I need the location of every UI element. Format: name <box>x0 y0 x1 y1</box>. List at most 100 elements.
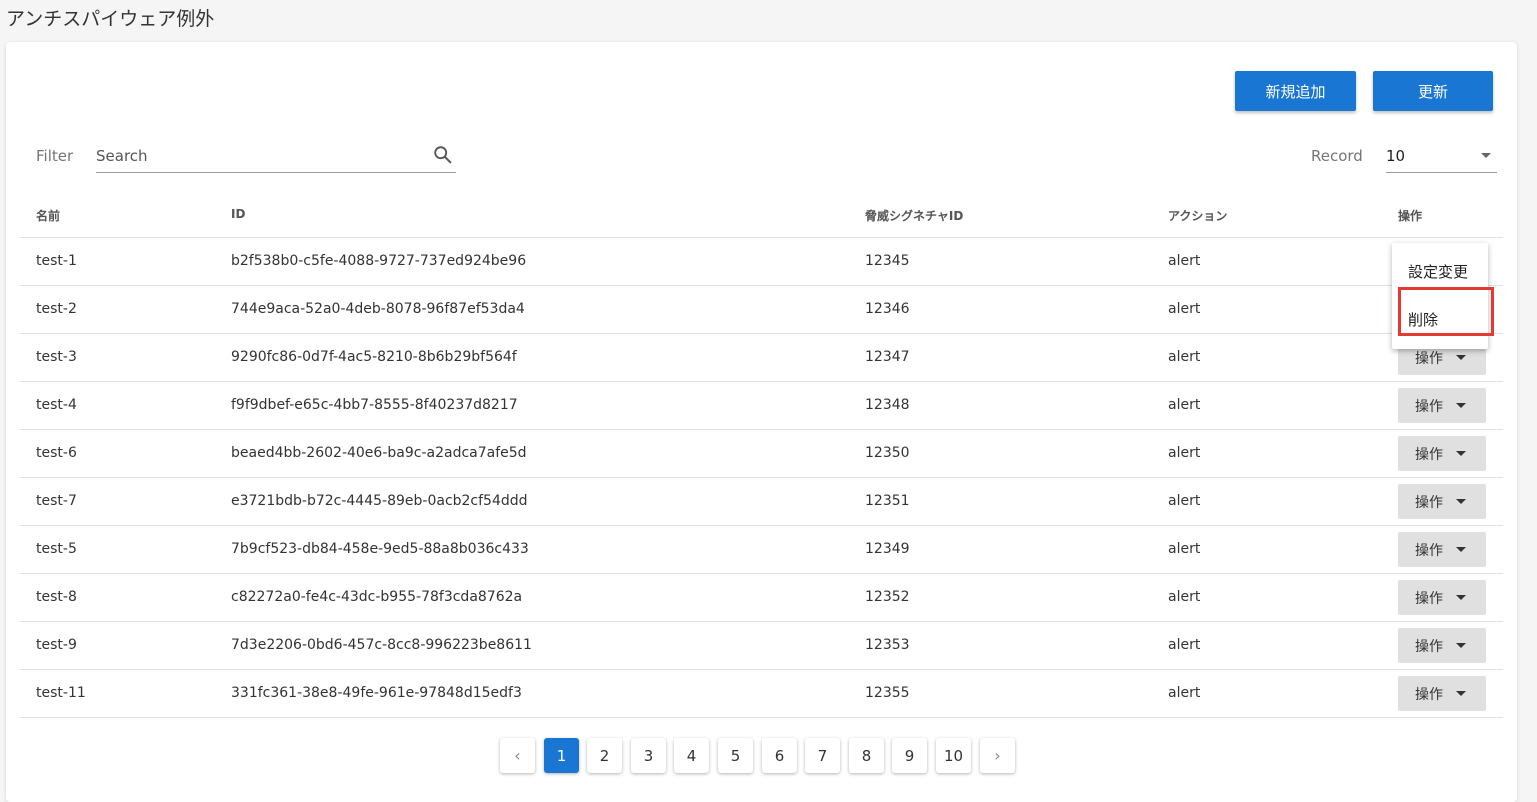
page-button[interactable]: 5 <box>718 738 753 773</box>
cell-id: 331fc361-38e8-49fe-961e-97848d15edf3 <box>231 685 522 701</box>
table-row: test-6 beaed4bb-2602-40e6-ba9c-a2adca7afe… <box>20 430 1503 478</box>
table-row: test-1 b2f538b0-c5fe-4088-9727-737ed924be… <box>20 238 1503 286</box>
main-card: 新規追加 更新 Filter Record 10 名前 ID 脅威シグネチャID… <box>6 42 1517 802</box>
cell-signature: 12348 <box>865 397 910 413</box>
cell-action: alert <box>1168 397 1201 413</box>
caret-down-icon <box>1456 355 1466 360</box>
cell-name: test-3 <box>36 349 77 365</box>
page-button[interactable]: 9 <box>892 738 927 773</box>
caret-down-icon <box>1456 451 1466 456</box>
cell-signature: 12352 <box>865 589 910 605</box>
cell-action: alert <box>1168 637 1201 653</box>
cell-id: 744e9aca-52a0-4deb-8078-96f87ef53da4 <box>231 301 525 317</box>
cell-signature: 12346 <box>865 301 910 317</box>
cell-action: alert <box>1168 685 1201 701</box>
cell-action: alert <box>1168 589 1201 605</box>
caret-down-icon <box>1456 403 1466 408</box>
caret-down-icon <box>1456 595 1466 600</box>
filter-label: Filter <box>36 147 74 165</box>
operations-button[interactable]: 操作 <box>1398 484 1486 519</box>
operations-button-label: 操作 <box>1415 399 1443 415</box>
cell-action: alert <box>1168 349 1201 365</box>
page-button[interactable]: 10 <box>936 738 971 773</box>
cell-signature: 12349 <box>865 541 910 557</box>
operations-button[interactable]: 操作 <box>1398 388 1486 423</box>
table-row: test-5 7b9cf523-db84-458e-9ed5-88a8b036c4… <box>20 526 1503 574</box>
cell-id: 9290fc86-0d7f-4ac5-8210-8b6b29bf564f <box>231 349 517 365</box>
caret-down-icon <box>1456 643 1466 648</box>
table-row: test-4 f9f9dbef-e65c-4bb7-8555-8f40237d82… <box>20 382 1503 430</box>
operations-button-label: 操作 <box>1415 687 1443 703</box>
cell-name: test-6 <box>36 445 77 461</box>
cell-name: test-4 <box>36 397 77 413</box>
operations-button[interactable]: 操作 <box>1398 532 1486 567</box>
table-row: test-2 744e9aca-52a0-4deb-8078-96f87ef53d… <box>20 286 1503 334</box>
operations-button[interactable]: 操作 <box>1398 628 1486 663</box>
cell-name: test-11 <box>36 685 86 701</box>
operations-button[interactable]: 操作 <box>1398 436 1486 471</box>
cell-signature: 12350 <box>865 445 910 461</box>
cell-id: f9f9dbef-e65c-4bb7-8555-8f40237d8217 <box>231 397 518 413</box>
cell-action: alert <box>1168 253 1201 269</box>
search-input[interactable] <box>96 144 416 168</box>
search-icon[interactable] <box>432 144 454 166</box>
operations-button-label: 操作 <box>1415 447 1443 463</box>
menu-item-label: 削除 <box>1408 311 1439 329</box>
page-button[interactable]: 2 <box>587 738 622 773</box>
header-ops: 操作 <box>1398 209 1423 223</box>
page-title: アンチスパイウェア例外 <box>6 8 215 30</box>
header-name[interactable]: 名前 <box>36 207 60 224</box>
exceptions-table: 名前 ID 脅威シグネチャID アクション 操作 test-1 b2f538b0-… <box>20 190 1503 718</box>
refresh-button[interactable]: 更新 <box>1373 71 1493 111</box>
cell-id: b2f538b0-c5fe-4088-9727-737ed924be96 <box>231 253 527 269</box>
header-action[interactable]: アクション <box>1168 207 1227 224</box>
next-page-button[interactable]: › <box>980 738 1015 773</box>
menu-item-delete[interactable]: 削除 <box>1392 294 1488 342</box>
page-button[interactable]: 8 <box>849 738 884 773</box>
caret-down-icon <box>1456 691 1466 696</box>
page-button[interactable]: 3 <box>631 738 666 773</box>
operations-button[interactable]: 操作 <box>1398 676 1486 711</box>
table-row: test-7 e3721bdb-b72c-4445-89eb-0acb2cf54d… <box>20 478 1503 526</box>
add-button[interactable]: 新規追加 <box>1235 71 1356 111</box>
cell-signature: 12347 <box>865 349 910 365</box>
operations-button-label: 操作 <box>1415 351 1443 367</box>
chevron-down-icon <box>1481 153 1491 158</box>
page-button[interactable]: 6 <box>762 738 797 773</box>
header-id[interactable]: ID <box>231 207 245 221</box>
table-body: test-1 b2f538b0-c5fe-4088-9727-737ed924be… <box>20 238 1503 718</box>
cell-signature: 12353 <box>865 637 910 653</box>
operations-button[interactable]: 操作 <box>1398 580 1486 615</box>
menu-item-edit-settings[interactable]: 設定変更 <box>1392 246 1488 294</box>
page-button[interactable]: 1 <box>544 738 579 773</box>
cell-signature: 12355 <box>865 685 910 701</box>
cell-id: beaed4bb-2602-40e6-ba9c-a2adca7afe5d <box>231 445 527 461</box>
cell-action: alert <box>1168 541 1201 557</box>
cell-action: alert <box>1168 445 1201 461</box>
table-row: test-9 7d3e2206-0bd6-457c-8cc8-996223be86… <box>20 622 1503 670</box>
operations-button-label: 操作 <box>1415 639 1443 655</box>
operations-button-label: 操作 <box>1415 543 1443 559</box>
cell-id: 7b9cf523-db84-458e-9ed5-88a8b036c433 <box>231 541 529 557</box>
table-row: test-11 331fc361-38e8-49fe-961e-97848d15e… <box>20 670 1503 718</box>
search-field <box>96 140 456 173</box>
menu-item-label: 設定変更 <box>1408 263 1469 281</box>
prev-page-button[interactable]: ‹ <box>500 738 535 773</box>
cell-name: test-1 <box>36 253 77 269</box>
header-signature[interactable]: 脅威シグネチャID <box>865 207 963 224</box>
cell-signature: 12351 <box>865 493 910 509</box>
page-button[interactable]: 7 <box>805 738 840 773</box>
cell-action: alert <box>1168 301 1201 317</box>
cell-signature: 12345 <box>865 253 910 269</box>
caret-down-icon <box>1456 499 1466 504</box>
page-button[interactable]: 4 <box>674 738 709 773</box>
cell-id: e3721bdb-b72c-4445-89eb-0acb2cf54ddd <box>231 493 528 509</box>
operations-button-label: 操作 <box>1415 495 1443 511</box>
cell-name: test-5 <box>36 541 77 557</box>
caret-down-icon <box>1456 547 1466 552</box>
cell-name: test-8 <box>36 589 77 605</box>
operations-menu: 設定変更 削除 <box>1392 243 1488 349</box>
record-select[interactable]: 10 <box>1386 140 1497 173</box>
cell-id: 7d3e2206-0bd6-457c-8cc8-996223be8611 <box>231 637 532 653</box>
cell-id: c82272a0-fe4c-43dc-b955-78f3cda8762a <box>231 589 523 605</box>
